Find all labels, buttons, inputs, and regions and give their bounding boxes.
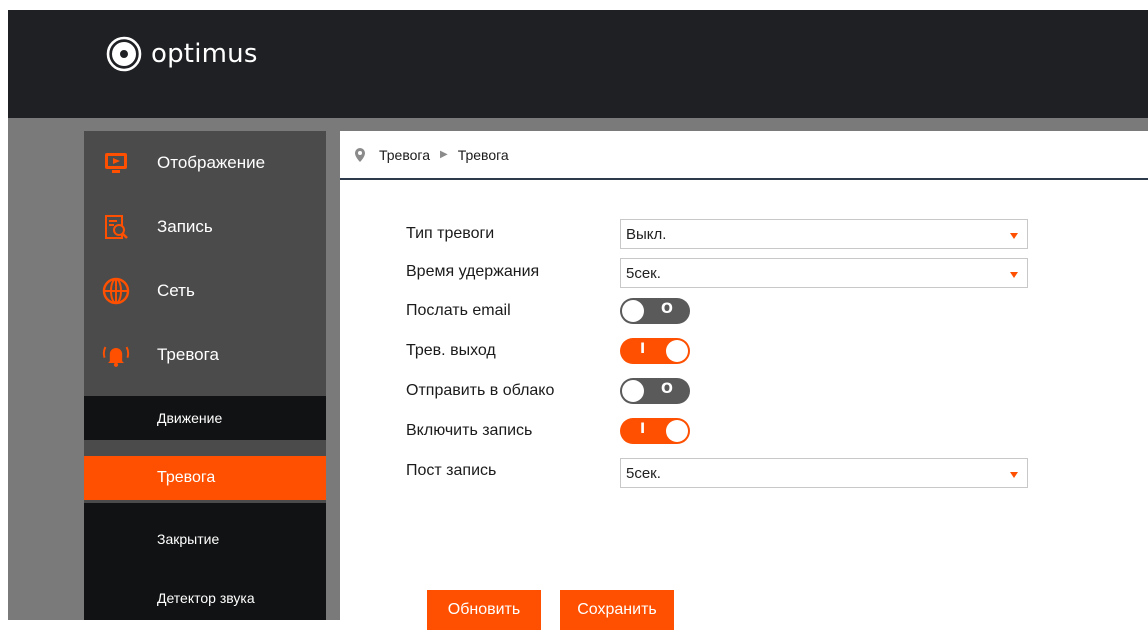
form-row-alarm-type: Тип тревоги [406,217,494,251]
toggle-knob [666,340,688,362]
send-email-toggle[interactable]: O [620,298,690,324]
toggle-state-label: I [640,421,646,437]
sidebar-item-network[interactable]: Сеть [84,259,326,323]
post-record-value: 5сек. [626,464,661,482]
alarm-out-label: Трев. выход [406,342,496,359]
send-cloud-toggle[interactable]: O [620,378,690,404]
post-record-select[interactable]: 5сек. [620,458,1028,488]
brand-name: optimus [151,39,258,69]
refresh-button[interactable]: Обновить [427,590,541,630]
location-pin-icon [355,147,365,162]
sidebar-item-display[interactable]: Отображение [84,131,326,195]
breadcrumb-page: Тревога [457,146,509,163]
toggle-state-label: O [661,381,673,397]
enable-record-label: Включить запись [406,422,533,439]
sidebar-item-label: Тревога [157,345,219,364]
form-row-send-email: Послать email [406,294,511,328]
toggle-knob [622,300,644,322]
save-button[interactable]: Сохранить [560,590,674,630]
post-record-label: Пост запись [406,462,497,479]
breadcrumb-arrow-icon: ▶ [440,149,448,160]
form-row-alarm-out: Трев. выход [406,334,496,368]
sidebar-divider [326,131,340,620]
dropdown-caret-icon [1010,233,1018,239]
form-row-send-cloud: Отправить в облако [406,374,554,408]
dropdown-caret-icon [1010,472,1018,478]
submenu-item-motion[interactable]: Движение [84,396,326,440]
sidebar: Отображение Запись Сеть Тревога Движение… [84,131,326,620]
sidebar-item-label: Отображение [157,153,266,172]
monitor-play-icon [101,148,131,178]
sidebar-item-label: Запись [157,217,213,236]
alarm-type-value: Выкл. [626,225,667,243]
alarm-bell-icon [101,340,131,370]
send-email-label: Послать email [406,302,511,319]
submenu-item-sound-detector[interactable]: Детектор звука [84,575,326,620]
top-header: optimus [8,10,1148,118]
send-cloud-label: Отправить в облако [406,382,555,399]
form-row-post-record: Пост запись [406,454,496,488]
top-divider [84,118,1148,131]
form-row-hold-time: Время удержания [406,255,539,289]
sidebar-item-record[interactable]: Запись [84,195,326,259]
left-margin [8,118,84,620]
dropdown-caret-icon [1010,272,1018,278]
hold-time-select[interactable]: 5сек. [620,258,1028,288]
optimus-logo-icon [106,36,142,72]
sidebar-item-alarm[interactable]: Тревога [84,323,326,387]
hold-time-label: Время удержания [406,263,540,280]
alarm-type-label: Тип тревоги [406,225,495,242]
enable-record-toggle[interactable]: I [620,418,690,444]
submenu-item-privacy-mask[interactable]: Закрытие [84,503,326,575]
alarm-type-select[interactable]: Выкл. [620,219,1028,249]
sidebar-item-label: Сеть [157,281,195,300]
breadcrumb-section[interactable]: Тревога [379,147,430,163]
hold-time-value: 5сек. [626,264,661,282]
main-content: Тревога ▶ Тревога Тип тревоги Выкл. Врем… [340,131,1148,630]
form-row-enable-record: Включить запись [406,414,532,448]
toggle-knob [666,420,688,442]
globe-icon [101,276,131,306]
submenu-item-alarm[interactable]: Тревога [84,456,326,500]
toggle-knob [622,380,644,402]
breadcrumb: Тревога ▶ Тревога [340,131,1148,180]
toggle-state-label: I [640,341,646,357]
record-search-icon [101,212,131,242]
brand-logo[interactable]: optimus [106,36,258,72]
alarm-out-toggle[interactable]: I [620,338,690,364]
toggle-state-label: O [661,301,673,317]
